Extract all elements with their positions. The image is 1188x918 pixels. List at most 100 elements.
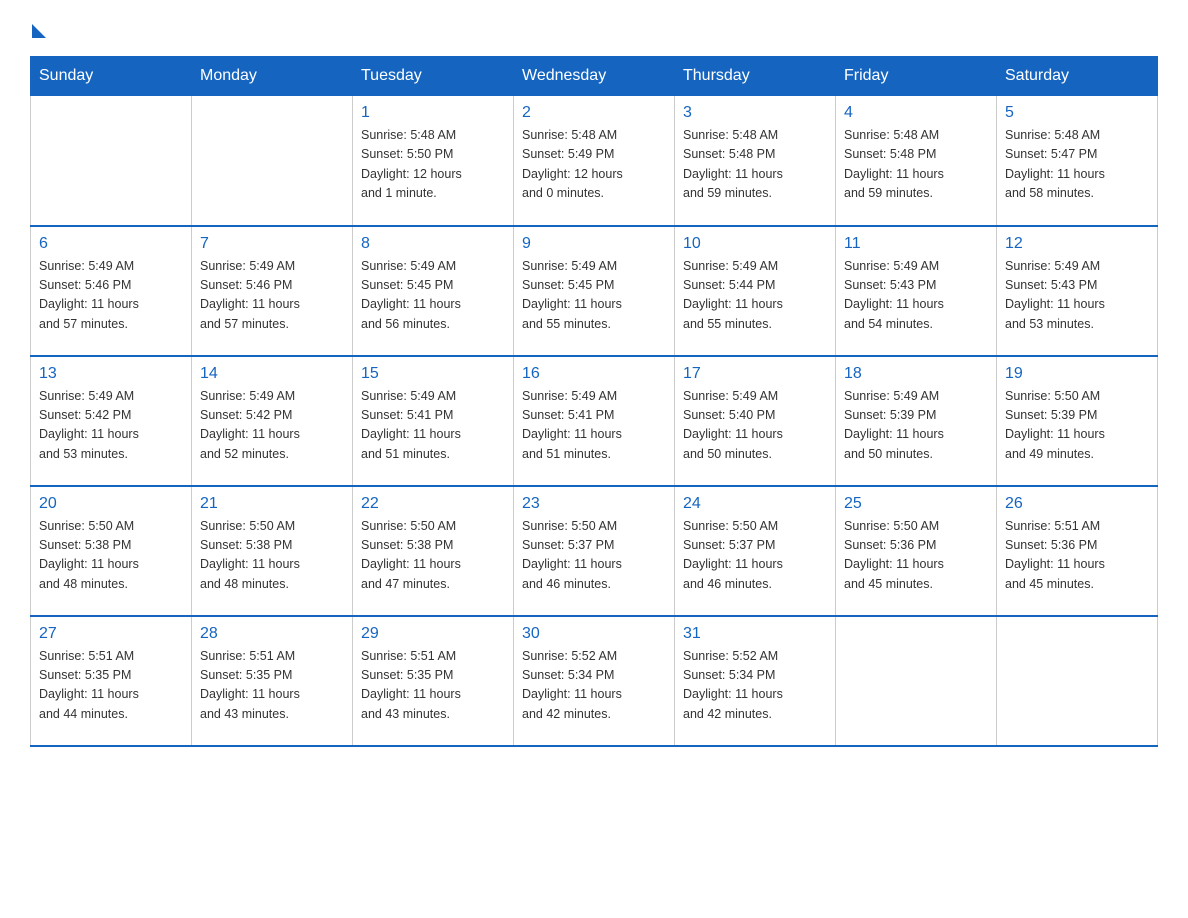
- calendar-cell: 11 Sunrise: 5:49 AM Sunset: 5:43 PM Dayli…: [836, 226, 997, 356]
- day-number: 2: [522, 104, 666, 122]
- day-number: 14: [200, 365, 344, 383]
- header-saturday: Saturday: [997, 57, 1158, 96]
- calendar-cell: 24 Sunrise: 5:50 AM Sunset: 5:37 PM Dayli…: [675, 486, 836, 616]
- calendar-cell: 10 Sunrise: 5:49 AM Sunset: 5:44 PM Dayli…: [675, 226, 836, 356]
- day-info: Sunrise: 5:51 AM Sunset: 5:35 PM Dayligh…: [39, 647, 183, 725]
- day-number: 28: [200, 625, 344, 643]
- calendar-week-row: 27Sunrise: 5:51 AM Sunset: 5:35 PM Dayli…: [31, 616, 1158, 746]
- calendar-cell: 13 Sunrise: 5:49 AM Sunset: 5:42 PM Dayli…: [31, 356, 192, 486]
- day-info: Sunrise: 5:52 AM Sunset: 5:34 PM Dayligh…: [522, 647, 666, 725]
- day-info: Sunrise: 5:50 AM Sunset: 5:38 PM Dayligh…: [361, 517, 505, 595]
- day-info: Sunrise: 5:51 AM Sunset: 5:35 PM Dayligh…: [361, 647, 505, 725]
- day-number: 8: [361, 235, 505, 253]
- day-info: Sunrise: 5:50 AM Sunset: 5:39 PM Dayligh…: [1005, 387, 1149, 465]
- day-info: Sunrise: 5:50 AM Sunset: 5:36 PM Dayligh…: [844, 517, 988, 595]
- day-number: 20: [39, 495, 183, 513]
- day-number: 21: [200, 495, 344, 513]
- header-sunday: Sunday: [31, 57, 192, 96]
- day-info: Sunrise: 5:49 AM Sunset: 5:40 PM Dayligh…: [683, 387, 827, 465]
- day-info: Sunrise: 5:48 AM Sunset: 5:49 PM Dayligh…: [522, 126, 666, 204]
- calendar-cell: 20 Sunrise: 5:50 AM Sunset: 5:38 PM Dayli…: [31, 486, 192, 616]
- calendar-cell: 5 Sunrise: 5:48 AM Sunset: 5:47 PM Daylig…: [997, 96, 1158, 226]
- calendar-week-row: 20 Sunrise: 5:50 AM Sunset: 5:38 PM Dayli…: [31, 486, 1158, 616]
- calendar-cell: 16 Sunrise: 5:49 AM Sunset: 5:41 PM Dayli…: [514, 356, 675, 486]
- calendar-cell: 18 Sunrise: 5:49 AM Sunset: 5:39 PM Dayli…: [836, 356, 997, 486]
- calendar-cell: 30 Sunrise: 5:52 AM Sunset: 5:34 PM Dayli…: [514, 616, 675, 746]
- day-info: Sunrise: 5:49 AM Sunset: 5:42 PM Dayligh…: [200, 387, 344, 465]
- day-number: 4: [844, 104, 988, 122]
- day-info: Sunrise: 5:49 AM Sunset: 5:42 PM Dayligh…: [39, 387, 183, 465]
- day-info: Sunrise: 5:51 AM Sunset: 5:36 PM Dayligh…: [1005, 517, 1149, 595]
- day-info: Sunrise: 5:50 AM Sunset: 5:38 PM Dayligh…: [39, 517, 183, 595]
- calendar-cell: 29 Sunrise: 5:51 AM Sunset: 5:35 PM Dayli…: [353, 616, 514, 746]
- header-thursday: Thursday: [675, 57, 836, 96]
- calendar-cell: 31 Sunrise: 5:52 AM Sunset: 5:34 PM Dayli…: [675, 616, 836, 746]
- day-number: 22: [361, 495, 505, 513]
- day-number: 10: [683, 235, 827, 253]
- calendar-week-row: 13 Sunrise: 5:49 AM Sunset: 5:42 PM Dayli…: [31, 356, 1158, 486]
- calendar-cell: 3Sunrise: 5:48 AM Sunset: 5:48 PM Daylig…: [675, 96, 836, 226]
- day-info: Sunrise: 5:50 AM Sunset: 5:37 PM Dayligh…: [522, 517, 666, 595]
- day-info: Sunrise: 5:50 AM Sunset: 5:37 PM Dayligh…: [683, 517, 827, 595]
- day-info: Sunrise: 5:49 AM Sunset: 5:39 PM Dayligh…: [844, 387, 988, 465]
- day-info: Sunrise: 5:49 AM Sunset: 5:41 PM Dayligh…: [361, 387, 505, 465]
- header-monday: Monday: [192, 57, 353, 96]
- day-number: 31: [683, 625, 827, 643]
- day-number: 17: [683, 365, 827, 383]
- day-number: 30: [522, 625, 666, 643]
- day-info: Sunrise: 5:48 AM Sunset: 5:50 PM Dayligh…: [361, 126, 505, 204]
- day-info: Sunrise: 5:48 AM Sunset: 5:47 PM Dayligh…: [1005, 126, 1149, 204]
- day-number: 11: [844, 235, 988, 253]
- day-info: Sunrise: 5:49 AM Sunset: 5:43 PM Dayligh…: [1005, 257, 1149, 335]
- day-info: Sunrise: 5:50 AM Sunset: 5:38 PM Dayligh…: [200, 517, 344, 595]
- calendar-cell: [836, 616, 997, 746]
- calendar-table: SundayMondayTuesdayWednesdayThursdayFrid…: [30, 56, 1158, 747]
- calendar-cell: [192, 96, 353, 226]
- calendar-cell: 12 Sunrise: 5:49 AM Sunset: 5:43 PM Dayli…: [997, 226, 1158, 356]
- day-number: 24: [683, 495, 827, 513]
- day-number: 29: [361, 625, 505, 643]
- page-header: [30, 20, 1158, 38]
- calendar-cell: 27Sunrise: 5:51 AM Sunset: 5:35 PM Dayli…: [31, 616, 192, 746]
- day-info: Sunrise: 5:52 AM Sunset: 5:34 PM Dayligh…: [683, 647, 827, 725]
- day-info: Sunrise: 5:49 AM Sunset: 5:45 PM Dayligh…: [361, 257, 505, 335]
- day-info: Sunrise: 5:49 AM Sunset: 5:41 PM Dayligh…: [522, 387, 666, 465]
- calendar-cell: 23 Sunrise: 5:50 AM Sunset: 5:37 PM Dayli…: [514, 486, 675, 616]
- calendar-cell: 28Sunrise: 5:51 AM Sunset: 5:35 PM Dayli…: [192, 616, 353, 746]
- day-info: Sunrise: 5:49 AM Sunset: 5:43 PM Dayligh…: [844, 257, 988, 335]
- calendar-cell: 8 Sunrise: 5:49 AM Sunset: 5:45 PM Daylig…: [353, 226, 514, 356]
- day-number: 23: [522, 495, 666, 513]
- day-number: 5: [1005, 104, 1149, 122]
- day-info: Sunrise: 5:49 AM Sunset: 5:46 PM Dayligh…: [39, 257, 183, 335]
- day-number: 13: [39, 365, 183, 383]
- header-tuesday: Tuesday: [353, 57, 514, 96]
- day-number: 9: [522, 235, 666, 253]
- day-number: 16: [522, 365, 666, 383]
- calendar-week-row: 6Sunrise: 5:49 AM Sunset: 5:46 PM Daylig…: [31, 226, 1158, 356]
- header-friday: Friday: [836, 57, 997, 96]
- calendar-cell: 17 Sunrise: 5:49 AM Sunset: 5:40 PM Dayli…: [675, 356, 836, 486]
- calendar-cell: [997, 616, 1158, 746]
- calendar-cell: [31, 96, 192, 226]
- calendar-cell: 19 Sunrise: 5:50 AM Sunset: 5:39 PM Dayli…: [997, 356, 1158, 486]
- calendar-cell: 2 Sunrise: 5:48 AM Sunset: 5:49 PM Daylig…: [514, 96, 675, 226]
- day-number: 1: [361, 104, 505, 122]
- day-number: 15: [361, 365, 505, 383]
- logo: [30, 20, 46, 38]
- header-wednesday: Wednesday: [514, 57, 675, 96]
- day-number: 3: [683, 104, 827, 122]
- calendar-cell: 6Sunrise: 5:49 AM Sunset: 5:46 PM Daylig…: [31, 226, 192, 356]
- calendar-week-row: 1 Sunrise: 5:48 AM Sunset: 5:50 PM Daylig…: [31, 96, 1158, 226]
- calendar-cell: 14 Sunrise: 5:49 AM Sunset: 5:42 PM Dayli…: [192, 356, 353, 486]
- day-info: Sunrise: 5:49 AM Sunset: 5:46 PM Dayligh…: [200, 257, 344, 335]
- day-info: Sunrise: 5:49 AM Sunset: 5:44 PM Dayligh…: [683, 257, 827, 335]
- logo-arrow-icon: [32, 24, 46, 38]
- calendar-cell: 9Sunrise: 5:49 AM Sunset: 5:45 PM Daylig…: [514, 226, 675, 356]
- day-number: 18: [844, 365, 988, 383]
- day-number: 25: [844, 495, 988, 513]
- day-info: Sunrise: 5:48 AM Sunset: 5:48 PM Dayligh…: [844, 126, 988, 204]
- calendar-cell: 26Sunrise: 5:51 AM Sunset: 5:36 PM Dayli…: [997, 486, 1158, 616]
- day-number: 19: [1005, 365, 1149, 383]
- day-number: 12: [1005, 235, 1149, 253]
- calendar-cell: 4 Sunrise: 5:48 AM Sunset: 5:48 PM Daylig…: [836, 96, 997, 226]
